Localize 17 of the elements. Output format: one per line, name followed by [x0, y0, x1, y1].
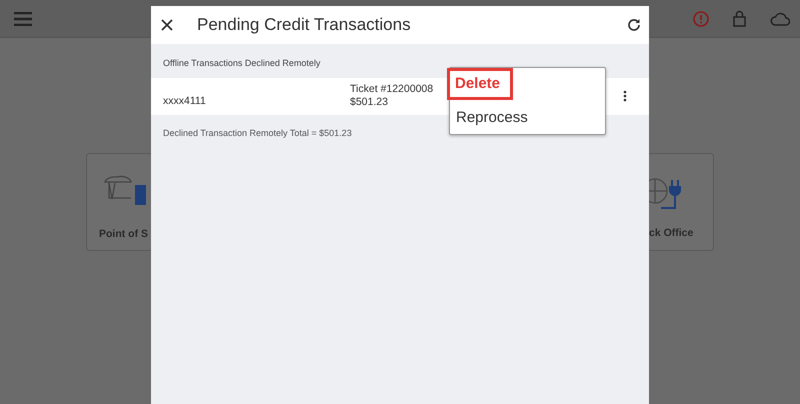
app-tile[interactable]: ck Office [649, 153, 714, 251]
section-title: Offline Transactions Declined Remotely [162, 57, 322, 70]
total-text: Declined Transaction Remotely Total = $501.23 [163, 126, 352, 140]
alert-icon[interactable] [693, 10, 709, 26]
tile-label: ck Office [649, 227, 694, 239]
amount: $501.23 [350, 96, 389, 109]
tile-label: Point of S [99, 228, 148, 240]
refresh-icon[interactable] [627, 18, 641, 32]
more-icon[interactable] [623, 90, 627, 102]
card-number: xxxx4111 [163, 94, 207, 110]
cloud-icon[interactable] [770, 12, 790, 26]
lock-icon[interactable] [733, 10, 746, 27]
dialog-title: Pending Credit Transactions [197, 14, 411, 36]
app-tile[interactable]: Point of S [86, 153, 151, 251]
ticket-number: Ticket #12200008 [350, 83, 434, 96]
menu-icon[interactable] [14, 12, 32, 26]
close-icon[interactable] [161, 19, 173, 31]
